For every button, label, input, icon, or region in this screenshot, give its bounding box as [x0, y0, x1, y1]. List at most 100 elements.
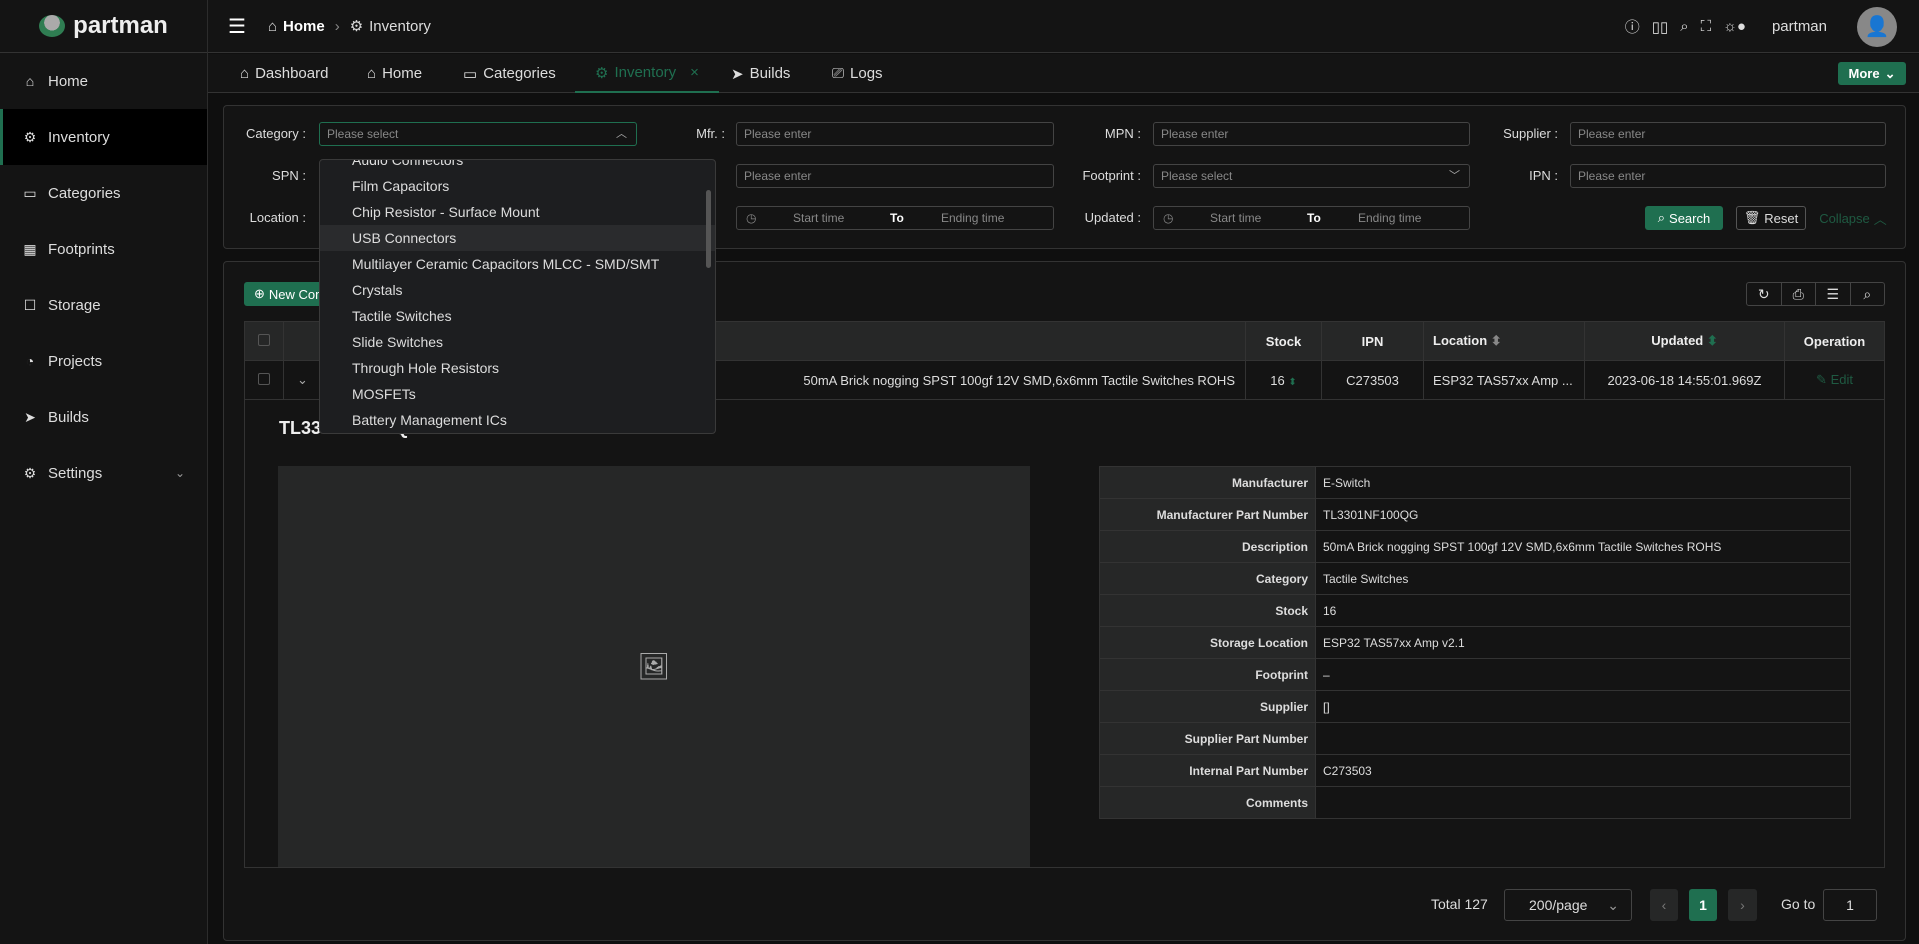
created-range-picker[interactable]: ◷ Start time To Ending time [736, 206, 1054, 230]
sidebar-item-label: Projects [48, 352, 103, 370]
layout-icon[interactable]: ▯▯ [1652, 18, 1669, 36]
fullscreen-icon[interactable]: ⛶ [1701, 18, 1712, 35]
username[interactable]: partman [1772, 18, 1827, 35]
sidebar-item-home[interactable]: ⌂ Home [0, 53, 207, 109]
tab-dashboard[interactable]: ⌂ Dashboard [240, 54, 328, 93]
sidebar-item-projects[interactable]: ◔ Projects [0, 333, 207, 389]
dropdown-option[interactable]: Tactile Switches [320, 303, 715, 329]
dropdown-option[interactable]: Audio Connectors [320, 160, 715, 173]
updated-header[interactable]: Updated ⬍ [1584, 321, 1785, 361]
logo[interactable]: partman [0, 0, 207, 53]
stock-cell: 16 ⬍ [1245, 360, 1322, 400]
print-icon[interactable]: ⎙ [1782, 283, 1816, 305]
dropdown-option[interactable]: Multilayer Ceramic Capacitors MLCC - SMD… [320, 251, 715, 277]
dropdown-scrollbar[interactable] [706, 190, 711, 268]
row2-input[interactable]: Please enter [736, 164, 1054, 188]
stock-adjust-icon[interactable]: ⬍ [1288, 377, 1296, 388]
goto-input[interactable]: 1 [1823, 889, 1877, 921]
row-checkbox[interactable] [258, 372, 270, 385]
updated-cell: 2023-06-18 14:55:01.969Z [1584, 360, 1785, 400]
chevron-right-icon: › [334, 17, 340, 35]
tab-icon: ⌂ [240, 65, 250, 82]
dropdown-option[interactable]: Film Capacitors [320, 173, 715, 199]
row-select-cell [244, 360, 284, 400]
close-icon[interactable]: × [690, 64, 699, 81]
theme-toggle[interactable]: ☼● [1723, 18, 1746, 35]
breadcrumb: ⌂ Home › ⚙ Inventory [268, 17, 431, 36]
more-button[interactable]: More ⌄ [1838, 62, 1906, 85]
search-button[interactable]: ⌕ Search [1645, 206, 1723, 230]
start-time: Start time [793, 211, 845, 225]
tab-categories[interactable]: ▭ Categories [463, 54, 556, 93]
sidebar-item-inventory[interactable]: ⚙ Inventory [0, 109, 207, 165]
dropdown-option[interactable]: Crystals [320, 277, 715, 303]
tab-label: Home [382, 65, 423, 82]
header: ☰ ⌂ Home › ⚙ Inventory ⓘ ▯▯ ⌕ ⛶ ☼● partman… [208, 0, 1919, 53]
sort-icon[interactable]: ⬍ [1707, 333, 1718, 348]
prev-page-button[interactable]: ‹ [1650, 889, 1678, 921]
sidebar-item-builds[interactable]: ➤ Builds [0, 389, 207, 445]
tab-home[interactable]: ⌂ Home [367, 54, 422, 93]
tab-icon: ⌂ [367, 65, 377, 82]
app-name: partman [73, 12, 168, 39]
detail-key: Manufacturer Part Number [1099, 498, 1316, 531]
detail-value [1315, 722, 1851, 755]
avatar[interactable]: 👤 [1857, 6, 1897, 47]
supplier-placeholder: Please enter [1578, 127, 1646, 141]
tab-icon: ⎚ [832, 65, 845, 82]
select-all-checkbox[interactable] [258, 333, 270, 346]
footprint-select[interactable]: Please select ﹀ [1153, 164, 1470, 188]
sidebar-item-label: Footprints [48, 240, 115, 258]
page-1-button[interactable]: 1 [1689, 889, 1717, 921]
dropdown-option[interactable]: Chip Resistor - Surface Mount [320, 199, 715, 225]
chip-icon: ⚙ [23, 128, 37, 145]
detail-value: TL3301NF100QG [1315, 498, 1851, 531]
dropdown-option[interactable]: USB Connectors [320, 225, 715, 251]
trash-icon: 🗑 [1743, 210, 1761, 225]
info-icon[interactable]: ⓘ [1625, 16, 1640, 37]
page-size-select[interactable]: 200/page ⌄ [1504, 889, 1632, 921]
breadcrumb-home[interactable]: Home [283, 18, 325, 35]
image-placeholder: 🖼 [278, 466, 1030, 867]
sidebar-item-storage[interactable]: ☐ Storage [0, 277, 207, 333]
tab-builds[interactable]: ➤ Builds [731, 54, 790, 93]
refresh-icon[interactable]: ↻ [1747, 283, 1782, 305]
mfr-label: Mfr. : [696, 126, 725, 141]
sidebar-item-settings[interactable]: ⚙ Settings ⌄ [0, 445, 207, 501]
row2-placeholder: Please enter [744, 169, 812, 183]
sidebar-item-footprints[interactable]: ▦ Footprints [0, 221, 207, 277]
supplier-input[interactable]: Please enter [1570, 122, 1886, 146]
tab-inventory[interactable]: ⚙ Inventory × [575, 54, 719, 93]
dropdown-option[interactable]: MOSFETs [320, 381, 715, 407]
stock-value: 16 [1270, 372, 1285, 388]
ipn-input[interactable]: Please enter [1570, 164, 1886, 188]
tab-logs[interactable]: ⎚ Logs [832, 54, 883, 93]
menu-toggle-icon[interactable]: ☰ [228, 14, 246, 39]
mpn-placeholder: Please enter [1161, 127, 1229, 141]
ipn-header[interactable]: IPN [1321, 321, 1424, 361]
location-header[interactable]: Location ⬍ [1423, 321, 1585, 361]
detail-row: Stock 16 [1099, 594, 1851, 627]
expand-toggle-icon[interactable]: ⌄ [283, 360, 322, 400]
sort-icon[interactable]: ⬍ [1491, 333, 1502, 348]
mfr-placeholder: Please enter [744, 127, 812, 141]
dropdown-option[interactable]: Slide Switches [320, 329, 715, 355]
columns-settings-icon[interactable]: ☰ [1816, 283, 1851, 305]
detail-row: Supplier[] [1099, 690, 1851, 723]
next-page-button[interactable]: › [1728, 889, 1757, 921]
mfr-input[interactable]: Please enter [736, 122, 1054, 146]
collapse-button[interactable]: Collapse ︿ [1818, 206, 1888, 230]
sidebar-item-categories[interactable]: ▭ Categories [0, 165, 207, 221]
updated-range-picker[interactable]: ◷ Start time To Ending time [1153, 206, 1470, 230]
dropdown-option[interactable]: Through Hole Resistors [320, 355, 715, 381]
category-select[interactable]: Please select ︿ [319, 122, 637, 146]
search-icon[interactable]: ⌕ [1680, 18, 1688, 35]
home-icon: ⌂ [25, 73, 35, 89]
stock-header[interactable]: Stock [1245, 321, 1322, 361]
search-icon[interactable]: ⌕ [1851, 283, 1885, 305]
mpn-input[interactable]: Please enter [1153, 122, 1470, 146]
dropdown-option[interactable]: Battery Management ICs [320, 407, 715, 433]
end-time: Ending time [1358, 211, 1422, 225]
edit-button[interactable]: ✎ Edit [1784, 360, 1885, 400]
reset-button[interactable]: 🗑 Reset [1736, 206, 1806, 230]
